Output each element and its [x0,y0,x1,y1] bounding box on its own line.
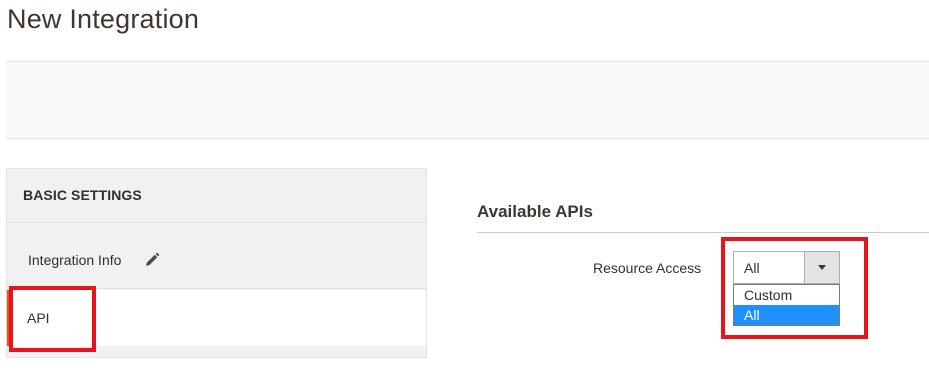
tabs-heading-label: BASIC SETTINGS [23,187,142,203]
chevron-down-icon [818,265,826,270]
resource-access-label: Resource Access [593,260,702,276]
option-custom[interactable]: Custom [734,285,839,305]
option-all[interactable]: All [734,305,839,325]
tabs-panel: BASIC SETTINGS Integration Info API [6,168,427,358]
resource-access-select[interactable]: All [733,251,840,284]
select-value: All [744,260,760,276]
tab-integration-info[interactable]: Integration Info [7,223,426,289]
tabs-panel-footer [7,346,426,357]
select-toggle[interactable] [804,252,839,283]
resource-access-dropdown: Custom All [733,284,840,326]
tab-api[interactable]: API [7,290,426,346]
page-title: New Integration [7,4,200,34]
section-title: Available APIs [477,202,593,221]
tabs-heading: BASIC SETTINGS [7,169,426,223]
tab-label: API [27,310,50,326]
tab-label: Integration Info [28,252,122,268]
pencil-icon [146,252,160,266]
page-actions-bar [6,61,929,139]
section-divider [477,232,929,233]
